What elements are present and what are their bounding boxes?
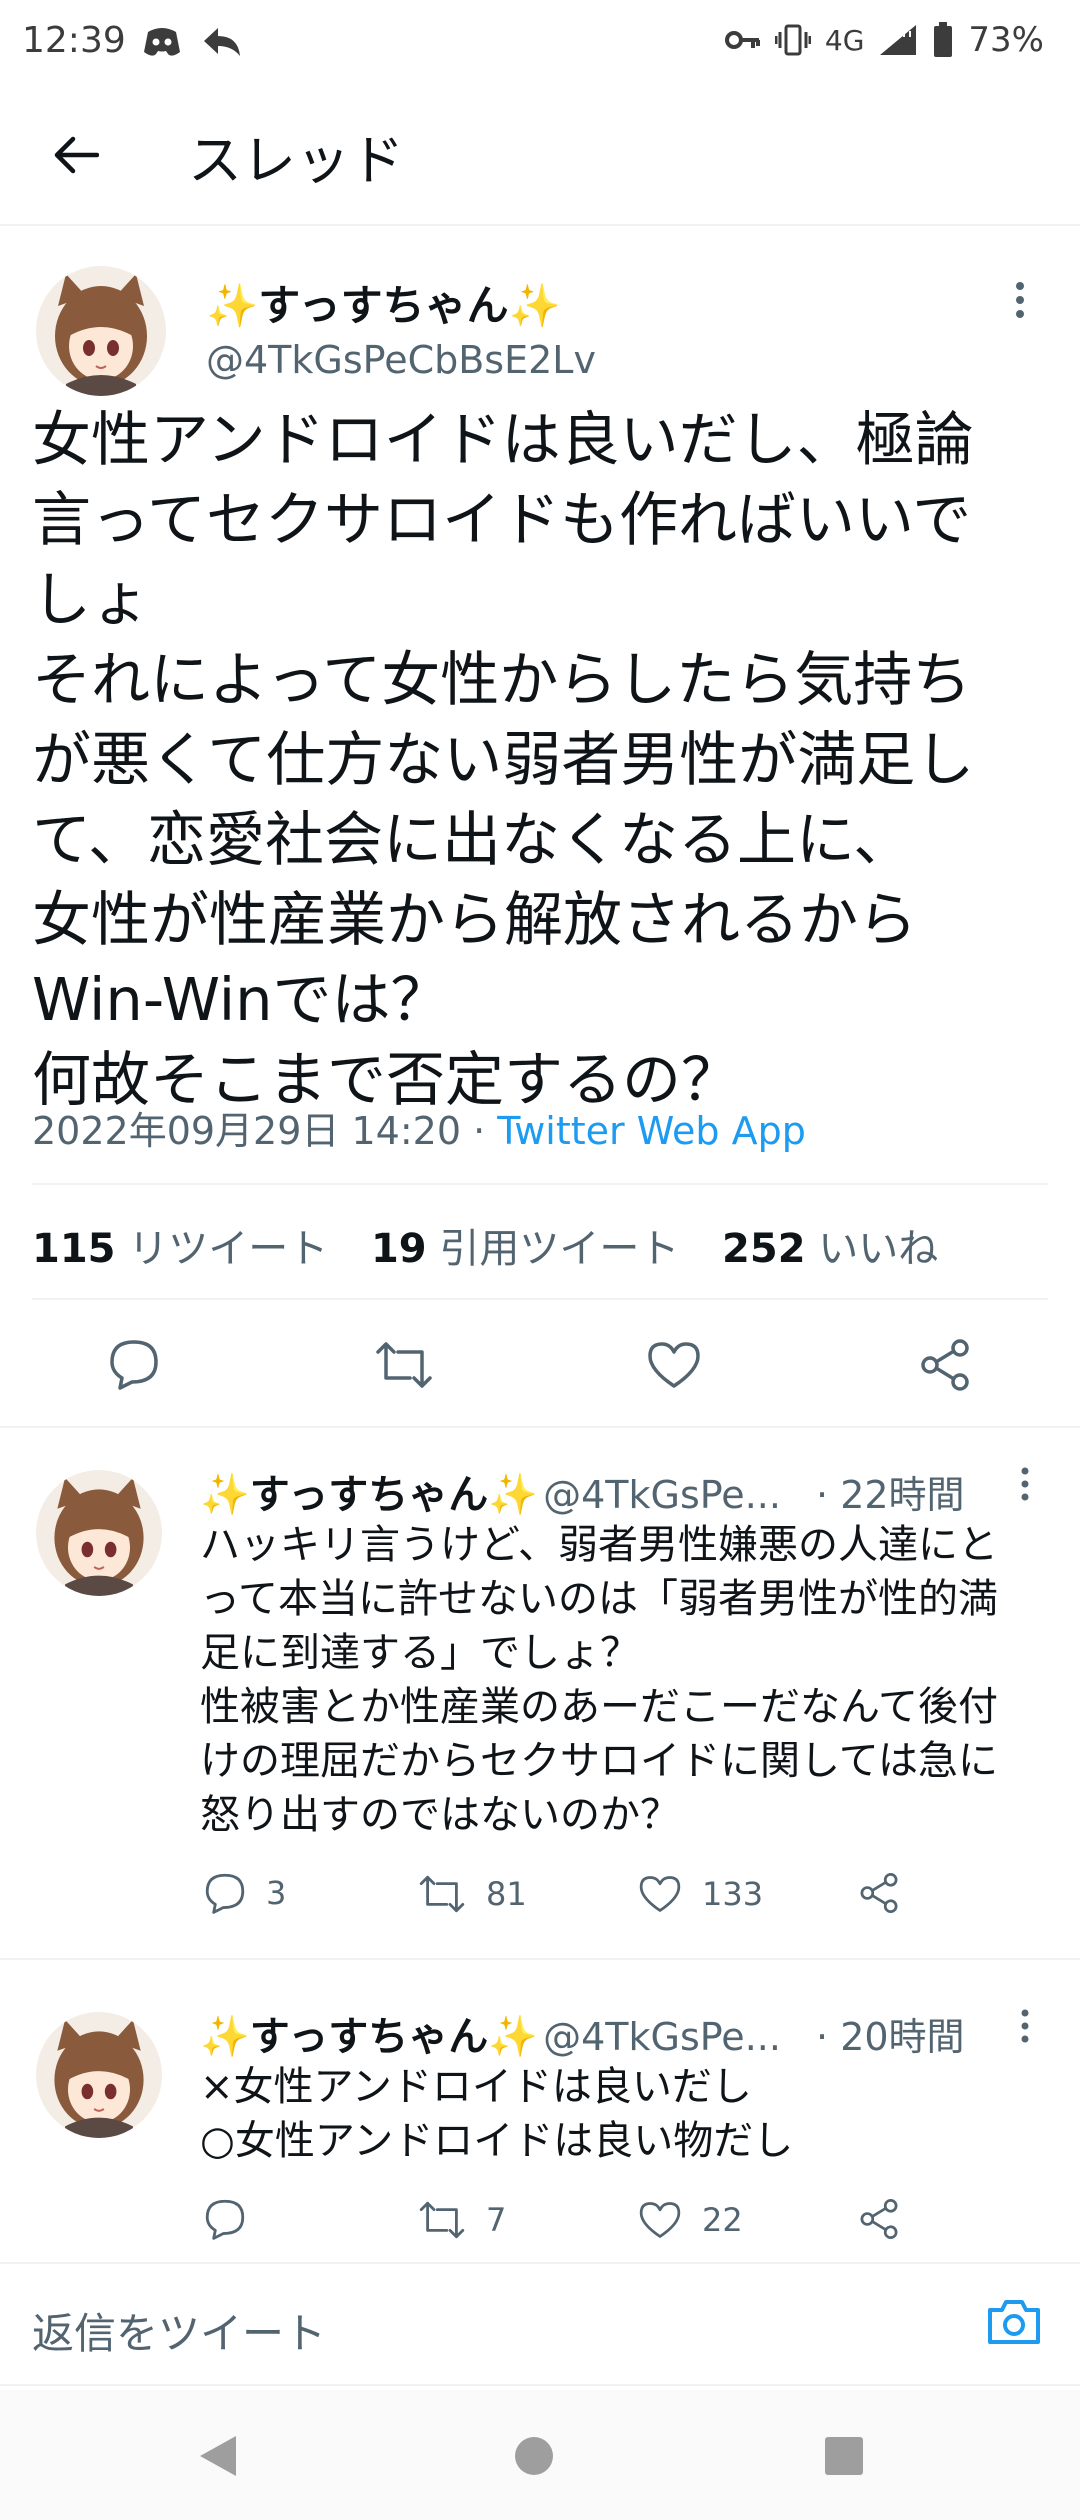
tweet-stats: 115 リツイート 19 引用ツイート 252 いいね — [32, 1216, 938, 1274]
more-options-icon[interactable] — [1020, 2008, 1030, 2044]
signal-icon — [878, 23, 918, 57]
reply-time[interactable]: · 20時間 — [816, 2015, 965, 2059]
divider — [32, 1298, 1048, 1300]
like-button[interactable]: 133 — [638, 1874, 763, 1914]
retweet-icon — [418, 1874, 466, 1914]
system-nav-bar — [0, 2390, 1080, 2520]
back-button[interactable] — [40, 120, 110, 190]
reply-input-placeholder[interactable]: 返信をツイート — [32, 2300, 326, 2361]
like-count: 252 — [722, 1226, 806, 1272]
battery-level: 73% — [968, 20, 1044, 60]
avatar[interactable] — [36, 2012, 162, 2138]
page-title: スレッド — [188, 129, 404, 192]
status-time: 12:39 — [22, 20, 126, 61]
like-icon — [638, 1874, 682, 1914]
retweet-count: 81 — [486, 1875, 527, 1913]
like-icon — [638, 2200, 682, 2240]
divider — [32, 1183, 1048, 1185]
reply-icon[interactable] — [108, 1338, 160, 1390]
quote-label: 引用ツイート — [439, 1226, 680, 1272]
reply-arrow-icon — [202, 24, 242, 60]
battery-icon — [932, 22, 954, 58]
reply-author-handle[interactable]: @4TkGsPe... — [543, 1473, 781, 1517]
reply-button[interactable]: 3 — [204, 1872, 286, 1914]
tweet-text: 女性アンドロイドは良いだし、極論 言ってセクサロイドも作ればいいで しょ それに… — [32, 405, 975, 1114]
like-count: 22 — [702, 2201, 743, 2239]
reply-button[interactable] — [204, 2198, 266, 2240]
nav-home-icon[interactable] — [514, 2436, 554, 2476]
retweet-button[interactable]: 81 — [418, 1874, 527, 1914]
reply-author-handle[interactable]: @4TkGsPe... — [543, 2015, 781, 2059]
share-icon[interactable] — [858, 2198, 900, 2240]
divider — [0, 1958, 1080, 1960]
retweets-stat[interactable]: 115 リツイート — [32, 1226, 328, 1272]
more-options-icon[interactable] — [1014, 280, 1026, 320]
camera-icon[interactable] — [986, 2296, 1042, 2346]
reply-text: ハッキリ言うけど、弱者男性嫌悪の人達にと って本当に許せないのは「弱者男性が性的… — [200, 1522, 998, 1838]
reply-time[interactable]: · 22時間 — [816, 1473, 965, 1517]
retweet-icon — [418, 2200, 466, 2240]
likes-stat[interactable]: 252 いいね — [722, 1226, 938, 1272]
status-bar: 12:39 4G 73% — [0, 0, 1080, 84]
back-arrow-icon — [51, 135, 99, 175]
reply-icon — [204, 1872, 246, 1914]
reply-header: ✨すっすちゃん✨ @4TkGsPe... · 20時間 — [200, 2004, 1020, 2062]
reply-author-name[interactable]: ✨すっすちゃん✨ — [200, 1472, 538, 1518]
share-icon[interactable] — [858, 1872, 900, 1914]
reply-count: 3 — [266, 1874, 287, 1912]
tweet-date: 2022年09月29日 14:20 — [32, 1109, 462, 1153]
app-header: スレッド — [0, 84, 1080, 226]
tweet-source-link[interactable]: Twitter Web App — [497, 1109, 806, 1153]
reply-text: ×女性アンドロイドは良いだし ○女性アンドロイドは良い物だし — [200, 2064, 794, 2164]
retweet-label: リツイート — [128, 1226, 329, 1272]
divider — [0, 1426, 1080, 1428]
like-count: 133 — [702, 1875, 764, 1913]
like-button[interactable]: 22 — [638, 2200, 743, 2240]
network-label: 4G — [824, 23, 865, 57]
like-icon[interactable] — [646, 1340, 702, 1390]
retweet-icon[interactable] — [374, 1340, 434, 1390]
avatar[interactable] — [36, 1470, 162, 1596]
tweet-meta: 2022年09月29日 14:20 · Twitter Web App — [32, 1100, 806, 1155]
nav-back-icon[interactable] — [196, 2434, 240, 2478]
reply-header: ✨すっすちゃん✨ @4TkGsPe... · 22時間 — [200, 1462, 1020, 1520]
reply-icon — [204, 2198, 246, 2240]
vibrate-icon — [774, 23, 811, 57]
more-options-icon[interactable] — [1020, 1466, 1030, 1502]
author-name[interactable]: ✨すっすちゃん✨ — [206, 272, 561, 333]
status-right: 4G 73% — [724, 20, 1044, 60]
quotes-stat[interactable]: 19 引用ツイート — [371, 1226, 679, 1272]
avatar[interactable] — [36, 266, 166, 396]
retweet-count: 7 — [486, 2201, 507, 2239]
like-label: いいね — [818, 1226, 939, 1272]
share-icon[interactable] — [918, 1338, 972, 1392]
quote-count: 19 — [370, 1226, 427, 1272]
reply-compose-bar[interactable]: 返信をツイート — [0, 2262, 1080, 2386]
author-handle[interactable]: @4TkGsPeCbBsE2Lv — [206, 338, 596, 382]
nav-recents-icon[interactable] — [824, 2436, 864, 2476]
retweet-button[interactable]: 7 — [418, 2200, 506, 2240]
meta-separator: · — [461, 1109, 498, 1153]
reply-author-name[interactable]: ✨すっすちゃん✨ — [200, 2014, 538, 2060]
discord-icon — [142, 24, 182, 60]
retweet-count: 115 — [32, 1226, 116, 1272]
key-icon — [724, 28, 761, 52]
